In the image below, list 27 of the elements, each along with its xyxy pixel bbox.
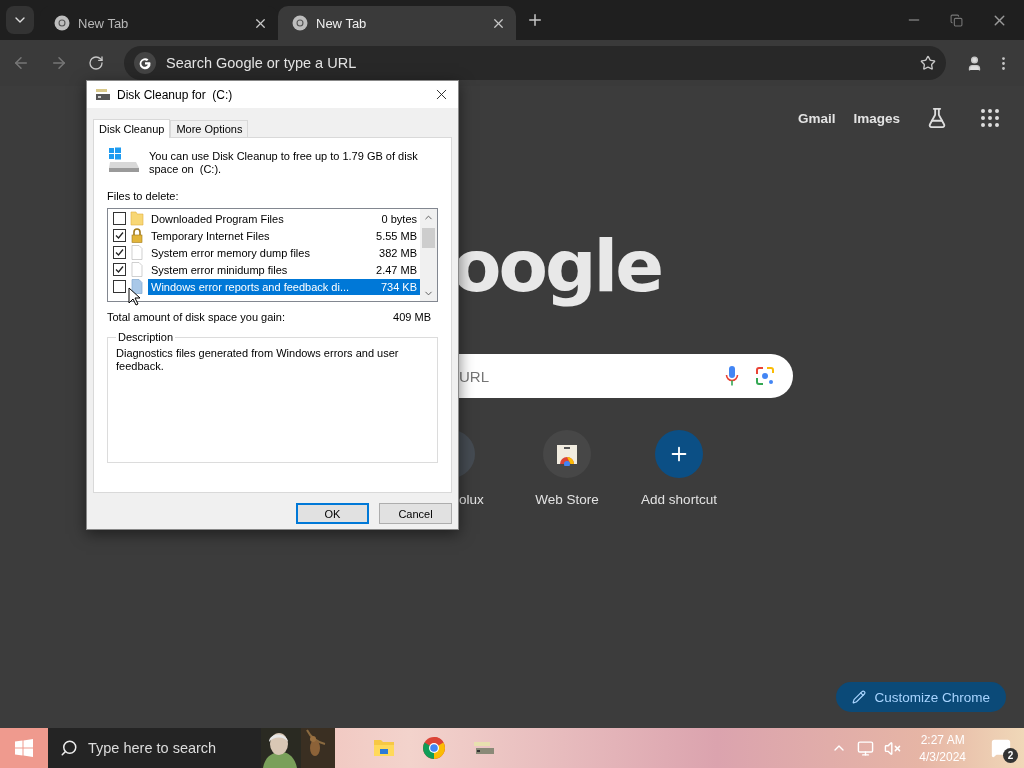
intro-text: You can use Disk Cleanup to free up to 1.79 GB of disk space on (C:). bbox=[149, 150, 419, 176]
browser-tab[interactable]: New Tab bbox=[278, 6, 516, 40]
header-link[interactable]: Images bbox=[853, 110, 900, 126]
file-row[interactable]: Downloaded Program Files 0 bytes bbox=[148, 210, 420, 227]
total-value: 409 MB bbox=[393, 311, 431, 323]
total-label: Total amount of disk space you gain: bbox=[107, 311, 285, 323]
dialog-tab[interactable]: Disk Cleanup bbox=[93, 119, 171, 138]
file-row[interactable]: Windows error reports and feedback di... 734 KB bbox=[148, 278, 420, 295]
address-bar[interactable]: Search Google or type a URL bbox=[124, 46, 946, 80]
logo-text: oogle bbox=[452, 223, 662, 310]
files-label: Files to delete: bbox=[107, 190, 180, 202]
customize-chrome-button[interactable]: Customize Chrome bbox=[836, 682, 1006, 712]
dialog-title: Disk Cleanup for (C:) bbox=[117, 87, 234, 102]
dialog-button[interactable]: OK bbox=[296, 503, 369, 524]
file-row[interactable]: Temporary Internet Files 5.55 MB bbox=[148, 227, 420, 244]
file-row[interactable]: System error memory dump files 382 MB bbox=[148, 244, 420, 261]
taskbar-search-field[interactable]: Type here to search bbox=[48, 728, 335, 768]
description-label: Description bbox=[117, 331, 175, 343]
file-row[interactable]: System error minidump files 2.47 MB bbox=[148, 261, 420, 278]
shortcut-label[interactable]: Add shortcut bbox=[641, 492, 717, 507]
shortcut-label[interactable]: olux bbox=[459, 492, 484, 507]
header-link[interactable]: Gmail bbox=[797, 110, 836, 126]
description-text: Diagnostics files generated from Windows errors and user feedback. bbox=[116, 347, 400, 373]
search-field[interactable]: URL bbox=[459, 354, 793, 398]
shortcut-label[interactable]: Web Store bbox=[535, 492, 599, 507]
dialog-tab[interactable]: More Options bbox=[170, 120, 249, 137]
dialog-button[interactable]: Cancel bbox=[379, 503, 452, 524]
